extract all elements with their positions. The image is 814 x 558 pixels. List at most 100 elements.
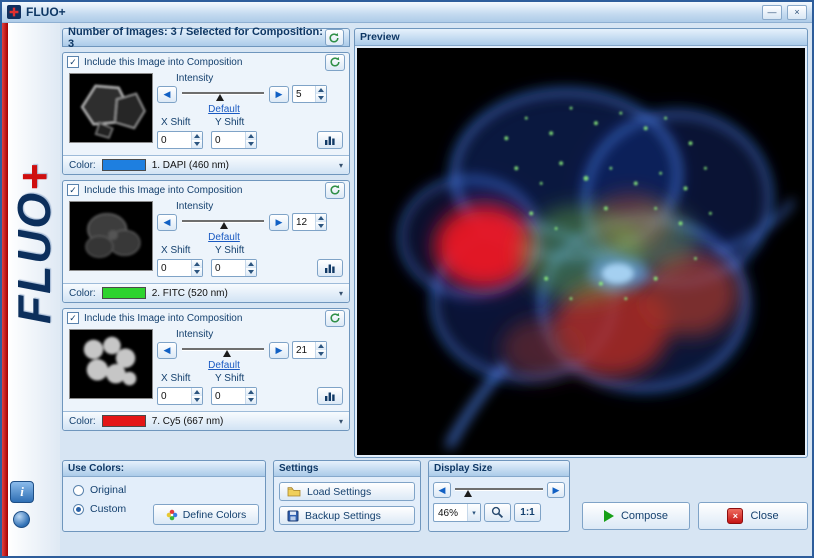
intensity-decrease-button[interactable]: ◀ (157, 214, 177, 231)
x-shift-label: X Shift (161, 373, 190, 384)
vertical-logo: FLUO+ (8, 23, 60, 463)
refresh-channel-button[interactable] (325, 310, 345, 327)
define-colors-button[interactable]: Define Colors (153, 504, 259, 525)
intensity-slider[interactable] (180, 214, 266, 230)
spinner-down-icon[interactable] (246, 140, 256, 148)
intensity-increase-button[interactable]: ▶ (269, 342, 289, 359)
zoom-increase-button[interactable]: ▶ (547, 482, 565, 498)
histogram-button[interactable] (317, 387, 343, 405)
x-shift-spinner[interactable]: 0 (157, 259, 203, 277)
spinner-down-icon[interactable] (246, 396, 256, 404)
spinner-down-icon[interactable] (246, 268, 256, 276)
histogram-button[interactable] (317, 131, 343, 149)
intensity-spinner[interactable]: 5 (292, 85, 327, 103)
spinner-down-icon[interactable] (192, 268, 202, 276)
spinner-up-icon[interactable] (316, 214, 326, 222)
app-logo-icon (7, 5, 21, 19)
intensity-increase-button[interactable]: ▶ (269, 214, 289, 231)
channel-thumbnail (69, 201, 153, 271)
default-link[interactable]: Default (180, 104, 268, 115)
chevron-down-icon: ▾ (339, 161, 343, 170)
channels-panel: Number of Images: 3 / Selected for Compo… (62, 28, 350, 431)
info-button[interactable]: i (10, 481, 34, 503)
x-shift-spinner[interactable]: 0 (157, 131, 203, 149)
preview-image (357, 48, 805, 455)
spinner-down-icon[interactable] (316, 94, 326, 102)
spinner-up-icon[interactable] (246, 132, 256, 140)
color-name: 2. FITC (520 nm) (152, 288, 228, 299)
radio-selected-icon[interactable] (73, 504, 84, 515)
x-shift-spinner[interactable]: 0 (157, 387, 203, 405)
spinner-up-icon[interactable] (246, 260, 256, 268)
color-dropdown[interactable]: Color: 7. Cy5 (667 nm) ▾ (63, 411, 349, 430)
spinner-up-icon[interactable] (316, 86, 326, 94)
channel-thumbnail (69, 329, 153, 399)
arrow-left-icon: ◀ (164, 89, 171, 100)
spinner-down-icon[interactable] (192, 140, 202, 148)
palette-icon (166, 509, 178, 521)
default-link[interactable]: Default (180, 232, 268, 243)
use-colors-header: Use Colors: (63, 461, 265, 477)
refresh-channel-button[interactable] (325, 182, 345, 199)
include-checkbox[interactable]: ✓ (67, 312, 79, 324)
zoom-decrease-button[interactable]: ◀ (433, 482, 451, 498)
logo-strip: FLUO+ i (8, 23, 60, 556)
save-disk-icon (287, 510, 299, 522)
refresh-icon (329, 184, 341, 196)
compose-button[interactable]: Compose (582, 502, 690, 530)
close-button[interactable]: × Close (698, 502, 808, 530)
x-shift-label: X Shift (161, 245, 190, 256)
display-size-slider[interactable] (453, 482, 545, 498)
backup-settings-button[interactable]: Backup Settings (279, 506, 415, 525)
color-dropdown[interactable]: Color: 1. DAPI (460 nm) ▾ (63, 155, 349, 174)
x-shift-label: X Shift (161, 117, 190, 128)
load-settings-button[interactable]: Load Settings (279, 482, 415, 501)
radio-original[interactable]: Original (73, 484, 265, 496)
slider-thumb[interactable] (223, 350, 231, 357)
intensity-increase-button[interactable]: ▶ (269, 86, 289, 103)
intensity-label: Intensity (176, 201, 213, 212)
intensity-slider[interactable] (180, 342, 266, 358)
y-shift-spinner[interactable]: 0 (211, 131, 257, 149)
chevron-down-icon: ▾ (339, 417, 343, 426)
intensity-value: 5 (293, 86, 315, 102)
refresh-channel-button[interactable] (325, 54, 345, 71)
slider-thumb[interactable] (220, 222, 228, 229)
intensity-decrease-button[interactable]: ◀ (157, 342, 177, 359)
y-shift-spinner[interactable]: 0 (211, 259, 257, 277)
slider-thumb[interactable] (216, 94, 224, 101)
intensity-slider[interactable] (180, 86, 266, 102)
spinner-up-icon[interactable] (246, 388, 256, 396)
window-close-button[interactable]: × (787, 5, 807, 20)
intensity-decrease-button[interactable]: ◀ (157, 86, 177, 103)
default-link[interactable]: Default (180, 360, 268, 371)
color-label: Color: (69, 160, 96, 171)
spinner-up-icon[interactable] (192, 132, 202, 140)
spinner-down-icon[interactable] (316, 350, 326, 358)
include-checkbox[interactable]: ✓ (67, 56, 79, 68)
y-shift-label: Y Shift (215, 245, 244, 256)
spinner-down-icon[interactable] (192, 396, 202, 404)
refresh-all-button[interactable] (325, 29, 344, 46)
minimize-button[interactable]: — (762, 5, 782, 20)
slider-thumb[interactable] (464, 490, 472, 497)
histogram-button[interactable] (317, 259, 343, 277)
intensity-spinner[interactable]: 21 (292, 341, 327, 359)
y-shift-label: Y Shift (215, 117, 244, 128)
logo-plus: + (7, 162, 61, 191)
zoom-fit-button[interactable] (484, 503, 511, 522)
arrow-right-icon: ▶ (276, 217, 283, 228)
spinner-up-icon[interactable] (316, 342, 326, 350)
y-shift-spinner[interactable]: 0 (211, 387, 257, 405)
radio-icon[interactable] (73, 485, 84, 496)
histogram-icon (324, 391, 336, 401)
spinner-up-icon[interactable] (192, 388, 202, 396)
intensity-spinner[interactable]: 12 (292, 213, 327, 231)
zoom-combobox[interactable]: 46% ▾ (433, 503, 481, 522)
zoom-one-to-one-button[interactable]: 1:1 (514, 503, 541, 522)
include-checkbox[interactable]: ✓ (67, 184, 79, 196)
spinner-up-icon[interactable] (192, 260, 202, 268)
spinner-down-icon[interactable] (316, 222, 326, 230)
chevron-down-icon[interactable]: ▾ (467, 504, 480, 521)
color-dropdown[interactable]: Color: 2. FITC (520 nm) ▾ (63, 283, 349, 302)
